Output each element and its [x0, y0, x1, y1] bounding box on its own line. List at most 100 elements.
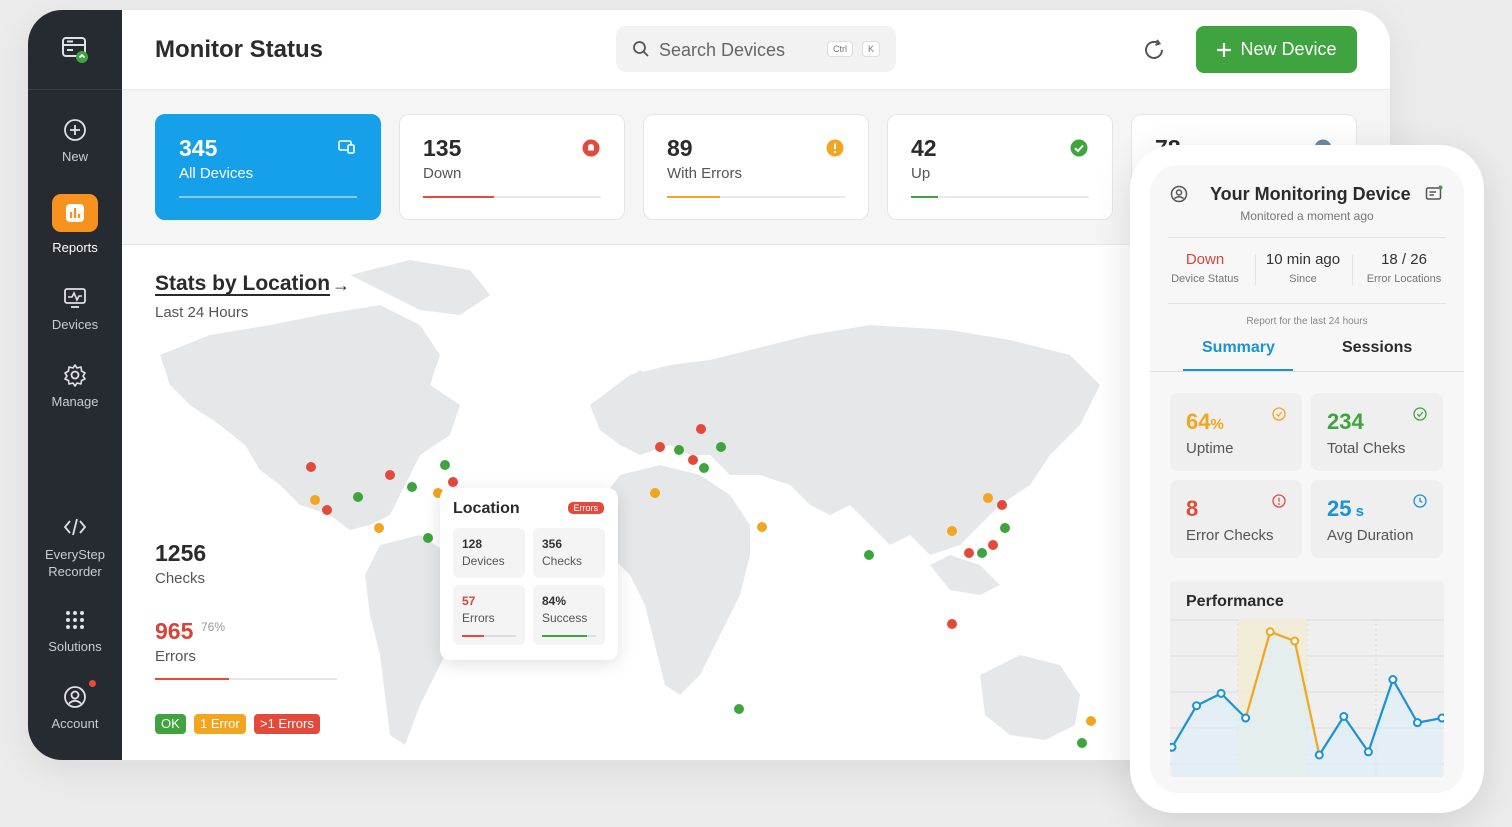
new-device-button[interactable]: New Device	[1196, 26, 1357, 73]
error-checks-card: 8 Error Checks	[1170, 480, 1302, 558]
map-marker-ok	[734, 704, 744, 714]
total-checks-value: 234	[1327, 409, 1364, 434]
refresh-icon[interactable]	[1142, 38, 1166, 62]
avg-duration-unit: s	[1351, 503, 1364, 520]
stats-by-location-link[interactable]: Stats by Location	[155, 272, 330, 296]
sidebar: New Reports Devices Manage EveryStep Rec…	[28, 10, 122, 760]
stat-label: With Errors	[667, 165, 742, 182]
performance-point	[1388, 675, 1398, 685]
performance-point	[1290, 636, 1300, 646]
stat-progress-fill	[179, 196, 357, 198]
popup-success-track	[542, 635, 596, 637]
checks-label: Checks	[155, 570, 206, 587]
errors-progress-fill	[155, 678, 229, 680]
stat-card-with-errors[interactable]: 89 With Errors	[643, 114, 869, 220]
popup-devices-cell: 128 Devices	[453, 528, 525, 578]
sidebar-item-reports[interactable]: Reports	[28, 194, 122, 255]
map-marker-error	[997, 500, 1007, 510]
divider	[1255, 255, 1256, 285]
error-locations-stat: 18 / 26 Error Locations	[1356, 251, 1452, 285]
map-marker-ok	[440, 460, 450, 470]
performance-point	[1437, 713, 1444, 723]
errors-percent: 76%	[201, 620, 226, 634]
sidebar-item-manage[interactable]: Manage	[28, 362, 122, 409]
map-marker-error	[947, 619, 957, 629]
user-circle-icon[interactable]	[1170, 185, 1188, 203]
legend-ok: OK	[155, 714, 186, 734]
stat-card-all-devices[interactable]: 345 All Devices	[155, 114, 381, 220]
grid-icon	[66, 611, 84, 629]
tab-sessions[interactable]: Sessions	[1342, 339, 1412, 357]
stat-label: Down	[423, 165, 462, 182]
code-icon	[63, 518, 87, 536]
sidebar-item-devices[interactable]: Devices	[28, 285, 122, 332]
message-icon[interactable]	[1425, 185, 1443, 203]
page-title: Monitor Status	[155, 36, 323, 63]
popup-errors-track	[462, 635, 516, 637]
since-label: Since	[1289, 273, 1317, 285]
map-marker-ok	[699, 463, 709, 473]
stat-card-down[interactable]: 135 Down	[399, 114, 625, 220]
alert-bell-icon	[582, 139, 600, 157]
total-checks-card: 234 Total Cheks	[1311, 393, 1443, 471]
map-marker-ok	[1077, 738, 1087, 748]
map-marker-ok	[864, 550, 874, 560]
uptime-value: 64	[1186, 409, 1211, 434]
sidebar-item-solutions[interactable]: Solutions	[28, 607, 122, 654]
search-input[interactable]: Search Devices Ctrl K	[616, 26, 896, 72]
map-marker-warning	[947, 526, 957, 536]
errors-badge: Errors	[567, 502, 604, 514]
divider	[1352, 255, 1353, 285]
gear-icon	[64, 364, 86, 387]
map-marker-warning	[650, 488, 660, 498]
tab-summary[interactable]: Summary	[1202, 339, 1275, 357]
avg-duration-value: 25	[1327, 496, 1352, 521]
divider	[1168, 237, 1446, 238]
plus-icon	[1217, 42, 1232, 57]
arrow-right-icon[interactable]: →	[332, 275, 350, 296]
popup-cell-value: 356	[542, 537, 563, 551]
sidebar-item-new[interactable]: New	[28, 117, 122, 164]
map-marker-error	[988, 540, 998, 550]
performance-point	[1412, 718, 1422, 728]
app-logo[interactable]	[28, 10, 122, 90]
monitor-icon	[64, 288, 86, 308]
sidebar-item-everystep-recorder[interactable]: EveryStep Recorder	[28, 514, 122, 580]
stat-progress-fill	[423, 196, 495, 198]
stat-value: 89	[667, 135, 693, 161]
mobile-device-panel: Your Monitoring Device Monitored a momen…	[1130, 145, 1484, 813]
sidebar-item-label: Devices	[51, 317, 99, 332]
device-status-label: Device Status	[1171, 273, 1239, 285]
stat-label: All Devices	[179, 165, 254, 182]
since-value: 10 min ago	[1265, 251, 1341, 268]
sidebar-item-label: New	[61, 149, 88, 164]
total-checks-label: Total Cheks	[1327, 440, 1406, 457]
search-placeholder: Search Devices	[659, 40, 786, 60]
clock-check-icon	[1272, 407, 1286, 421]
popup-cell-label: Success	[542, 611, 588, 625]
shortcut-ctrl-key: Ctrl	[827, 41, 853, 57]
stat-card-up[interactable]: 42 Up	[887, 114, 1113, 220]
device-subtitle: Monitored a moment ago	[1240, 209, 1374, 223]
stat-progress-track	[667, 196, 845, 198]
sidebar-item-account[interactable]: Account	[28, 680, 122, 731]
errors-label: Errors	[155, 648, 196, 665]
tabs-baseline	[1150, 371, 1464, 372]
performance-point	[1265, 627, 1275, 637]
error-locations-value: 18 / 26	[1381, 251, 1427, 268]
performance-point	[1339, 711, 1349, 721]
location-popup: Location Errors 128 Devices 356 Checks 5…	[440, 488, 618, 660]
errors-value: 965	[155, 618, 194, 644]
popup-cell-value: 84%	[542, 594, 567, 608]
sidebar-item-label: Reports	[52, 240, 98, 255]
alert-circle-icon	[1272, 494, 1286, 508]
popup-cell-label: Devices	[462, 554, 505, 568]
stat-value: 135	[423, 135, 462, 161]
stat-label: Up	[911, 165, 931, 182]
legend-many-errors: >1 Errors	[254, 714, 320, 734]
stat-progress-fill	[911, 196, 938, 198]
error-checks-label: Error Checks	[1186, 527, 1274, 544]
map-marker-warning	[310, 495, 320, 505]
divider	[1168, 303, 1446, 304]
map-marker-ok	[1000, 523, 1010, 533]
